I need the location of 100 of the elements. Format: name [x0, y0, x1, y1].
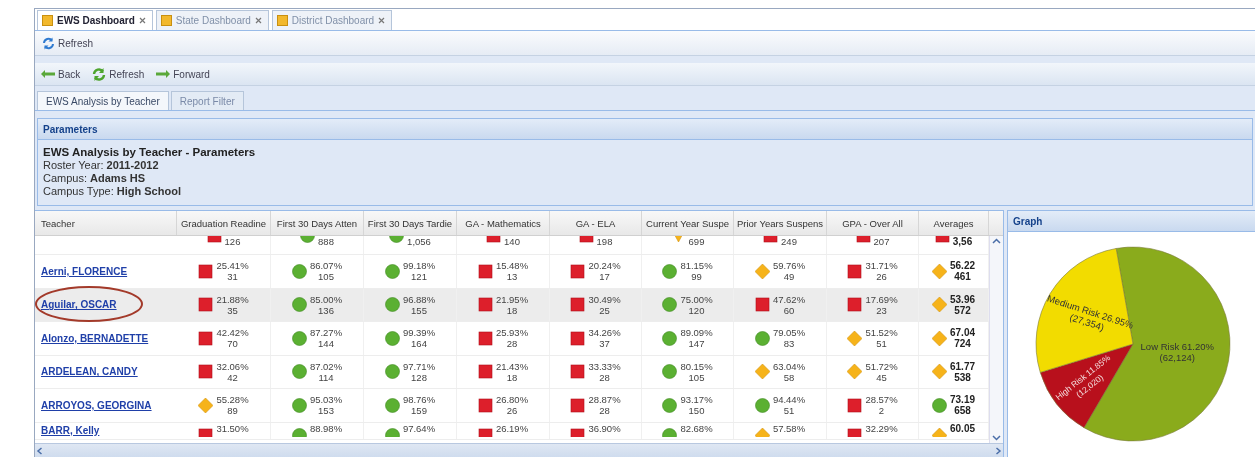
teacher-link[interactable]: Aguilar, OSCAR — [41, 299, 117, 311]
diamond-icon — [754, 263, 770, 279]
table-cell: 88.98% — [309, 422, 343, 434]
diamond-icon — [754, 427, 770, 437]
table-cell: 61.77 538 — [950, 360, 975, 383]
table-cell: 21.95% 18 — [495, 293, 529, 316]
table-cell: 28.57% 2 — [865, 394, 898, 417]
circle-icon — [384, 297, 400, 313]
close-icon[interactable] — [138, 17, 146, 24]
column-header[interactable]: Graduation Readine — [177, 211, 271, 235]
scroll-left-icon[interactable] — [35, 445, 45, 456]
table-cell: 31.71% 26 — [865, 260, 898, 283]
column-header[interactable]: Current Year Suspe — [642, 211, 734, 235]
column-header[interactable]: Averages — [919, 211, 989, 235]
refresh-button[interactable]: Refresh — [38, 36, 97, 50]
table-cell: 81.15% 99 — [680, 260, 713, 283]
square-icon — [847, 397, 863, 413]
diamond-icon — [198, 397, 214, 413]
column-header[interactable]: Prior Years Suspens — [734, 211, 827, 235]
circle-icon — [291, 397, 307, 413]
table-cell: 20.24% 17 — [588, 260, 621, 283]
table-cell: 55.28% 89 — [216, 394, 249, 417]
table-cell: 1,056 — [407, 236, 431, 247]
table-cell: 21.43% 18 — [495, 360, 529, 383]
square-icon — [477, 330, 493, 346]
square-icon — [570, 397, 586, 413]
square-icon — [570, 330, 586, 346]
table-cell: 89.09% 147 — [680, 327, 713, 350]
table-cell: 32.29% — [865, 422, 898, 434]
slice-label: Low Risk 61.20% (62,124) — [1140, 340, 1214, 363]
teacher-link[interactable]: ARROYOS, GEORGINA — [41, 399, 152, 411]
table-cell: 47.62% 60 — [772, 293, 806, 316]
circle-icon — [291, 297, 307, 313]
circle-icon — [291, 263, 307, 279]
table-cell: 57.58% — [772, 422, 806, 434]
table-cell: 99.18% 121 — [402, 260, 436, 283]
circle-icon — [662, 297, 678, 313]
circle-icon — [291, 330, 307, 346]
table-cell: 93.17% 150 — [680, 394, 713, 417]
square-icon — [570, 263, 586, 279]
square-icon — [570, 297, 586, 313]
diamond-icon — [932, 263, 947, 279]
diamond-icon — [932, 330, 947, 346]
circle-icon — [291, 364, 307, 380]
table-cell: 207 — [873, 236, 890, 247]
table-cell: 87.02% 114 — [309, 360, 343, 383]
table-cell: 36.90% — [588, 422, 621, 434]
column-header[interactable]: First 30 Days Tardie — [364, 211, 457, 235]
table-cell: 95.03% 153 — [309, 394, 343, 417]
teacher-link[interactable]: ARDELEAN, CANDY — [41, 366, 138, 378]
table-cell: 85.00% 136 — [309, 293, 343, 316]
table-cell: 32.06% 42 — [216, 360, 249, 383]
square-icon — [198, 364, 214, 380]
circle-icon — [932, 397, 947, 413]
square-icon — [198, 330, 214, 346]
column-header[interactable]: First 30 Days Atten — [271, 211, 364, 235]
tab[interactable]: EWS Analysis by Teacher — [37, 91, 169, 110]
column-header[interactable]: GA - ELA — [550, 211, 642, 235]
square-icon — [477, 364, 493, 380]
table-cell: 97.64% — [402, 422, 436, 434]
square-icon — [477, 397, 493, 413]
table-cell: 53.96 572 — [950, 293, 975, 316]
table-cell: 15.48% 13 — [495, 260, 529, 283]
table-cell: 34.26% 37 — [588, 327, 621, 350]
circle-icon — [384, 330, 400, 346]
scrollbar[interactable] — [989, 236, 1003, 443]
back-button[interactable]: Back — [37, 68, 85, 80]
close-icon[interactable] — [378, 17, 386, 24]
column-header[interactable]: Teacher — [35, 211, 177, 235]
panel-header: Parameters — [38, 119, 1252, 140]
column-header[interactable]: GPA - Over All — [827, 211, 919, 235]
refresh-button[interactable]: Refresh — [88, 67, 149, 81]
teacher-link[interactable]: BARR, Kelly — [41, 425, 100, 436]
table-cell: 198 — [596, 236, 613, 247]
refresh-icon — [42, 36, 55, 50]
circle-icon — [662, 263, 678, 279]
teacher-link[interactable]: Aerni, FLORENCE — [41, 265, 128, 277]
table-cell: 31.50% — [216, 422, 249, 434]
forward-button[interactable]: Forward — [152, 68, 214, 80]
square-icon — [198, 297, 214, 313]
teacher-link[interactable]: Alonzo, BERNADETTE — [41, 332, 149, 344]
circle-icon — [384, 263, 400, 279]
table-cell: 98.76% 159 — [402, 394, 436, 417]
table-cell: 56.22 461 — [950, 260, 975, 283]
table-cell: 87.27% 144 — [309, 327, 343, 350]
column-header[interactable]: GA - Mathematics — [457, 211, 550, 235]
square-icon — [477, 263, 493, 279]
scroll-right-icon[interactable] — [993, 445, 1003, 456]
tab[interactable]: EWS Dashboard — [37, 10, 153, 30]
arrow-icon — [156, 70, 171, 78]
table-cell: 94.44% 51 — [772, 394, 806, 417]
scrollbar[interactable] — [35, 443, 1003, 457]
close-icon[interactable] — [254, 17, 262, 24]
table-cell: 60.05 — [950, 422, 975, 434]
circle-icon — [662, 397, 678, 413]
diamond-icon — [754, 364, 770, 380]
table-cell: 3,56 — [952, 236, 973, 247]
square-icon — [477, 297, 493, 313]
table-cell: 249 — [781, 236, 797, 247]
scroll-down-icon[interactable] — [991, 432, 1002, 443]
